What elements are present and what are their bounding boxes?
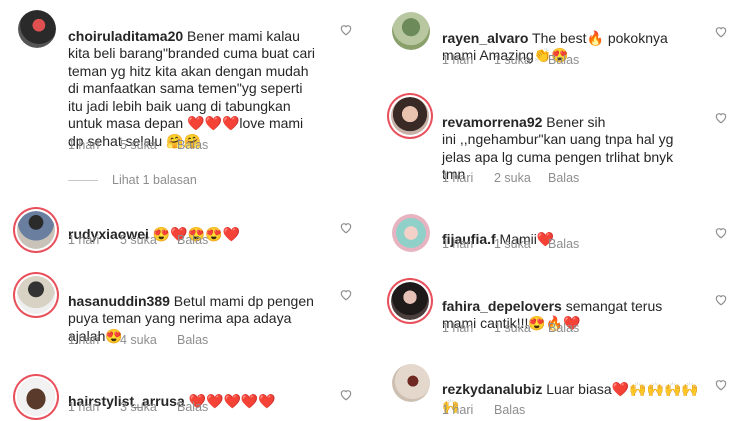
comment-likes[interactable]: 4 suka <box>120 333 177 347</box>
heart-outline-icon[interactable] <box>714 226 728 239</box>
reply-button[interactable]: Balas <box>548 171 579 185</box>
comment-username[interactable]: rezkydanalubiz <box>442 381 542 397</box>
heart-outline-icon[interactable] <box>714 378 728 391</box>
comment-meta: 1 hari 3 suka Balas <box>68 400 208 414</box>
heart-outline-icon[interactable] <box>339 288 353 301</box>
comment-item: fahira_depelovers semangat terus mami ca… <box>376 277 750 342</box>
reply-button[interactable]: Balas <box>177 333 208 347</box>
comment-item: hairstylist_arrusa ❤️❤️❤️❤️❤️ 1 hari 3 s… <box>0 372 372 421</box>
comment-meta: 1 hari 5 suka Balas <box>68 233 208 247</box>
comment-item: hasanuddin389 Betul mami dp pengen puya … <box>0 272 372 352</box>
avatar[interactable] <box>391 97 429 135</box>
reply-button[interactable]: Balas <box>548 53 579 67</box>
reply-button[interactable]: Balas <box>548 321 579 335</box>
comment-meta: 1 hari 5 suka Balas <box>68 138 208 152</box>
comment-meta: 1 hari 1 suka Balas <box>442 321 579 335</box>
replies-divider <box>68 179 98 181</box>
comment-time: 1 hari <box>68 333 100 347</box>
comment-time: 1 hari <box>68 400 100 414</box>
reply-button[interactable]: Balas <box>177 233 208 247</box>
comment-item: revamorrena92 Bener sih ini ,,ngehambur"… <box>376 93 750 193</box>
comment-item: rayen_alvaro The best🔥 pokoknya mami Ama… <box>376 0 750 75</box>
avatar[interactable] <box>392 364 430 402</box>
comment-item: choiruladitama20 Bener mami kalau kita b… <box>0 0 372 170</box>
comment-username[interactable]: rayen_alvaro <box>442 30 528 46</box>
comment-likes[interactable]: 1 suka <box>494 237 548 251</box>
heart-outline-icon[interactable] <box>714 293 728 306</box>
heart-outline-icon[interactable] <box>714 111 728 124</box>
comment-time: 1 hari <box>68 138 100 152</box>
view-replies-label[interactable]: Lihat 1 balasan <box>112 173 197 187</box>
heart-outline-icon[interactable] <box>339 221 353 234</box>
avatar[interactable] <box>17 378 55 416</box>
comment-username[interactable]: hasanuddin389 <box>68 293 170 309</box>
comment-item: rudyxiaowei 😍❤️😍😍❤️ 1 hari 5 suka Balas <box>0 205 372 255</box>
comment-username[interactable]: revamorrena92 <box>442 114 542 130</box>
avatar[interactable] <box>17 276 55 314</box>
comment-item: fijaufia.f Mamii❤️ 1 hari 1 suka Balas <box>376 210 750 260</box>
comment-meta: 1 hari 1 suka Balas <box>442 53 579 67</box>
avatar[interactable] <box>392 214 430 252</box>
comment-time: 1 hari <box>442 403 474 417</box>
comment-likes[interactable]: 1 suka <box>494 53 548 67</box>
comment-meta: 1 hari 2 suka Balas <box>442 171 579 185</box>
avatar[interactable] <box>17 211 55 249</box>
comment-username[interactable]: choiruladitama20 <box>68 28 183 44</box>
comment-likes[interactable]: 1 suka <box>494 321 548 335</box>
comment-time: 1 hari <box>68 233 100 247</box>
comment-meta: 1 hari 4 suka Balas <box>68 333 208 347</box>
avatar[interactable] <box>18 10 56 48</box>
comment-likes[interactable]: 5 suka <box>120 233 177 247</box>
comment-likes[interactable]: 3 suka <box>120 400 177 414</box>
comment-time: 1 hari <box>442 321 474 335</box>
comment-meta: 1 hari 1 suka Balas <box>442 237 579 251</box>
reply-button[interactable]: Balas <box>177 138 208 152</box>
heart-outline-icon[interactable] <box>339 23 353 36</box>
comment-item: rezkydanalubiz Luar biasa❤️🙌🙌🙌🙌 🙌 1 hari… <box>376 360 750 421</box>
comment-time: 1 hari <box>442 53 474 67</box>
avatar[interactable] <box>391 282 429 320</box>
comment-likes[interactable]: 2 suka <box>494 171 548 185</box>
reply-button[interactable]: Balas <box>494 403 525 417</box>
comment-likes[interactable]: 5 suka <box>120 138 177 152</box>
comment-username[interactable]: fahira_depelovers <box>442 298 562 314</box>
reply-button[interactable]: Balas <box>548 237 579 251</box>
comment-time: 1 hari <box>442 171 474 185</box>
avatar[interactable] <box>392 12 430 50</box>
reply-button[interactable]: Balas <box>177 400 208 414</box>
heart-outline-icon[interactable] <box>339 388 353 401</box>
comment-text: choiruladitama20 Bener mami kalau kita b… <box>68 10 338 150</box>
heart-outline-icon[interactable] <box>714 25 728 38</box>
comment-body: Bener mami kalau kita beli barang"brande… <box>68 27 316 149</box>
comment-meta: 1 hari Balas <box>442 403 525 417</box>
view-replies-button[interactable]: Lihat 1 balasan <box>68 173 197 187</box>
comment-time: 1 hari <box>442 237 474 251</box>
